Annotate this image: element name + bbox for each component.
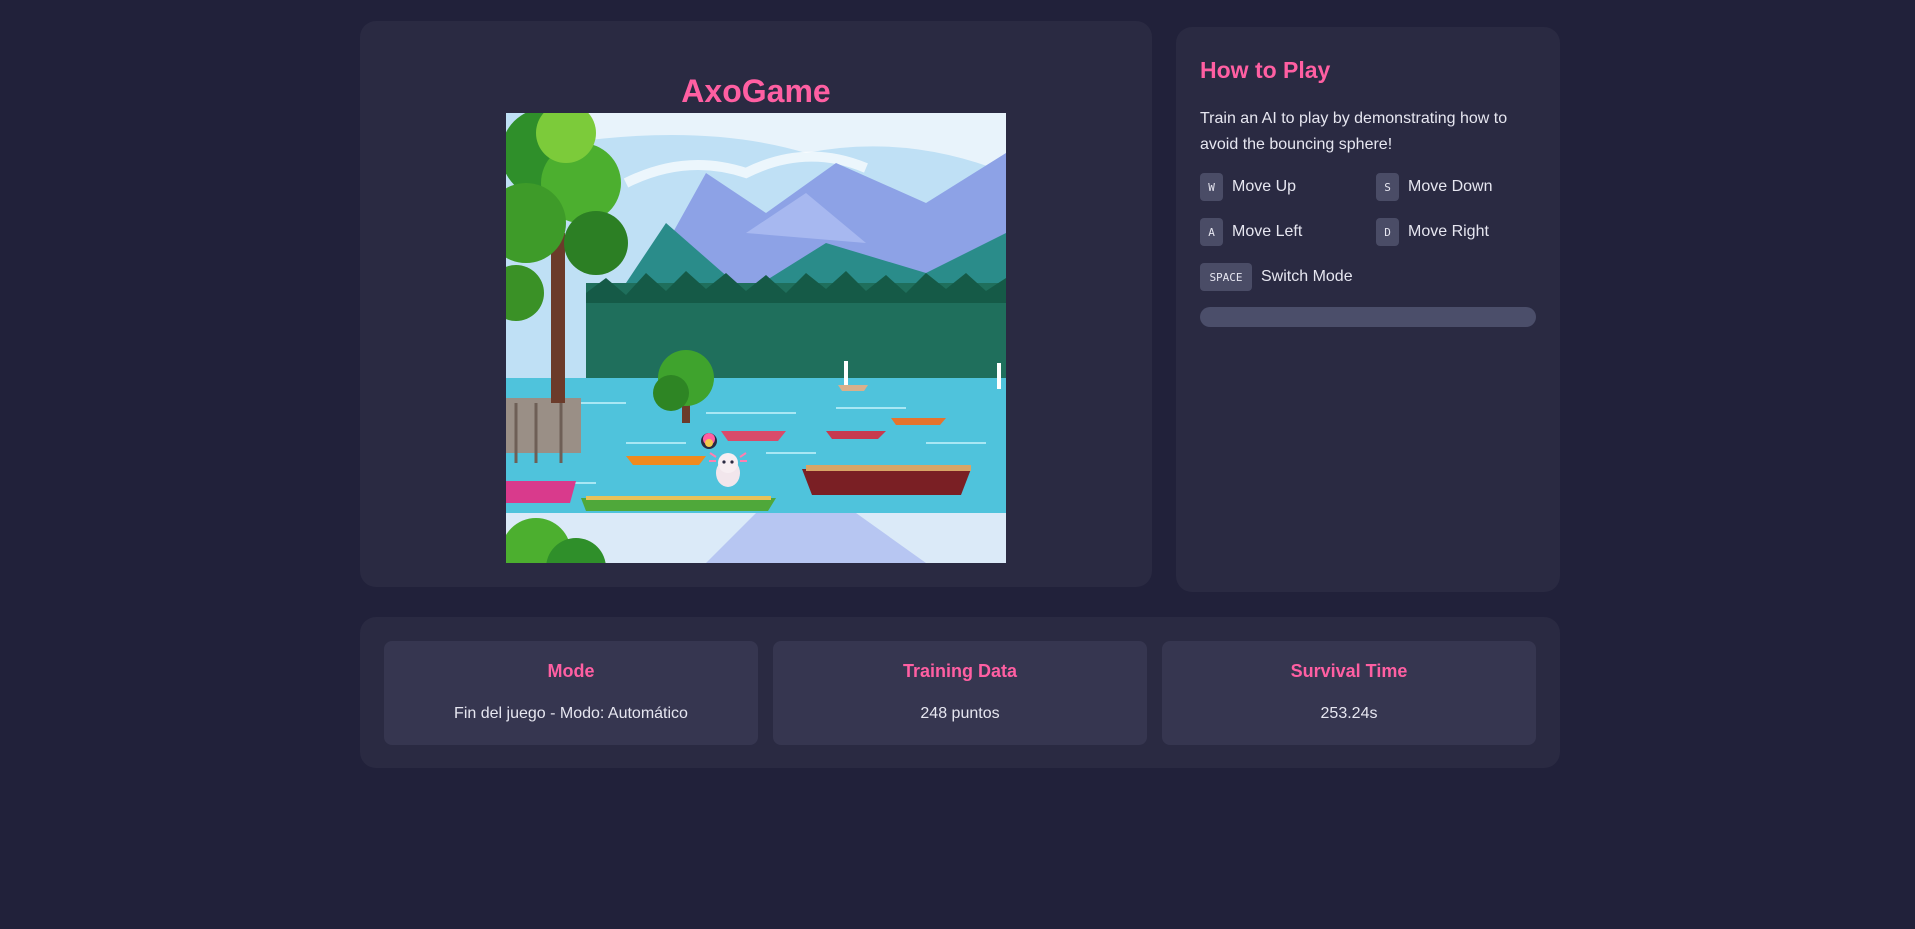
key-a: A [1200, 218, 1223, 246]
stat-card-survival-time: Survival Time 253.24s [1162, 641, 1536, 745]
key-s: S [1376, 173, 1399, 201]
game-title: AxoGame [681, 73, 831, 109]
key-space: SPACE [1200, 263, 1252, 291]
control-move-left: A Move Left [1200, 218, 1302, 246]
control-label: Move Left [1232, 223, 1303, 240]
training-progress-bar [1200, 307, 1536, 327]
game-canvas[interactable] [506, 113, 1006, 563]
key-d: D [1376, 218, 1399, 246]
stats-panel: Mode Fin del juego - Modo: Automático Tr… [360, 617, 1560, 768]
control-switch-mode: SPACE Switch Mode [1200, 263, 1353, 291]
game-panel: AxoGame [360, 21, 1152, 587]
control-move-right: D Move Right [1376, 218, 1489, 246]
control-label: Move Down [1408, 178, 1493, 195]
stat-card-training-data: Training Data 248 puntos [773, 641, 1147, 745]
control-move-down: S Move Down [1376, 173, 1492, 201]
key-w: W [1200, 173, 1223, 201]
stat-title: Training Data [902, 661, 1018, 681]
stat-title: Mode [547, 661, 595, 681]
stat-card-mode: Mode Fin del juego - Modo: Automático [384, 641, 758, 745]
stat-value: 253.24s [1320, 705, 1378, 722]
game-scene [506, 113, 1006, 563]
control-move-up: W Move Up [1200, 173, 1296, 201]
control-label: Move Up [1232, 178, 1297, 195]
stat-value: 248 puntos [920, 705, 1000, 722]
stat-title: Survival Time [1290, 661, 1408, 681]
control-label: Switch Mode [1261, 268, 1353, 285]
stat-value: Fin del juego - Modo: Automático [454, 705, 688, 722]
help-description: Train an AI to play by demonstrating how… [1200, 110, 1508, 153]
help-title: How to Play [1200, 57, 1331, 83]
how-to-play-panel: How to Play Train an AI to play by demon… [1176, 27, 1560, 592]
control-label: Move Right [1408, 223, 1489, 240]
